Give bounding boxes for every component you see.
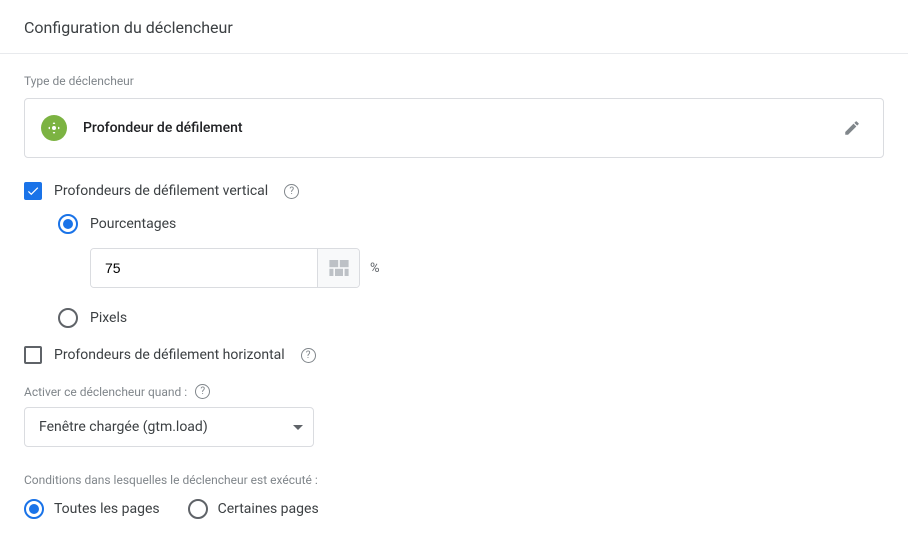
pixels-radio[interactable] [58,308,78,328]
variable-picker-button[interactable] [317,249,359,287]
activate-trigger-select[interactable]: Fenêtre chargée (gtm.load) [24,407,314,447]
percentages-radio-row: Pourcentages [58,214,884,234]
trigger-type-info: Profondeur de défilement [41,115,243,141]
conditions-label: Conditions dans lesquelles le déclencheu… [24,473,884,487]
pencil-icon [843,119,861,137]
percentages-input-wrap [90,248,360,288]
help-icon[interactable]: ? [301,348,316,363]
page-header: Configuration du déclencheur [0,0,908,54]
brick-icon [329,260,349,276]
vertical-scroll-label: Profondeurs de défilement vertical [54,183,268,199]
some-pages-radio[interactable] [188,499,208,519]
some-pages-label: Certaines pages [218,501,319,517]
horizontal-scroll-checkbox[interactable] [24,346,42,364]
scroll-depth-icon [41,115,67,141]
percentages-input-row: % [90,248,884,288]
trigger-type-label: Type de déclencheur [24,74,884,88]
vertical-scroll-checkbox[interactable] [24,182,42,200]
content-area: Type de déclencheur Profondeur de défile… [0,54,908,539]
all-pages-radio[interactable] [24,499,44,519]
all-pages-label: Toutes les pages [54,501,160,517]
some-pages-option: Certaines pages [188,499,319,519]
activate-label: Activer ce déclencheur quand : [24,385,187,399]
horizontal-scroll-checkbox-row: Profondeurs de défilement horizontal ? [24,346,884,364]
trigger-type-name: Profondeur de défilement [83,120,243,136]
all-pages-option: Toutes les pages [24,499,160,519]
pixels-radio-row: Pixels [58,308,884,328]
percentages-radio[interactable] [58,214,78,234]
help-icon[interactable]: ? [195,384,210,399]
chevron-down-icon [293,425,303,430]
trigger-type-selector[interactable]: Profondeur de défilement [24,98,884,158]
help-icon[interactable]: ? [284,184,299,199]
edit-trigger-type-button[interactable] [837,113,867,143]
percent-unit: % [370,261,380,276]
activate-label-row: Activer ce déclencheur quand : ? [24,384,884,399]
vertical-scroll-checkbox-row: Profondeurs de défilement vertical ? [24,182,884,200]
page-title: Configuration du déclencheur [24,18,884,37]
percentages-input[interactable] [91,249,317,287]
horizontal-scroll-label: Profondeurs de défilement horizontal [54,347,285,363]
vertical-scroll-options: Pourcentages % Pixels [58,214,884,328]
conditions-options: Toutes les pages Certaines pages [24,499,884,519]
percentages-label: Pourcentages [90,216,176,232]
activate-selected-value: Fenêtre chargée (gtm.load) [39,419,208,435]
checkmark-icon [26,184,40,198]
pixels-label: Pixels [90,310,127,326]
